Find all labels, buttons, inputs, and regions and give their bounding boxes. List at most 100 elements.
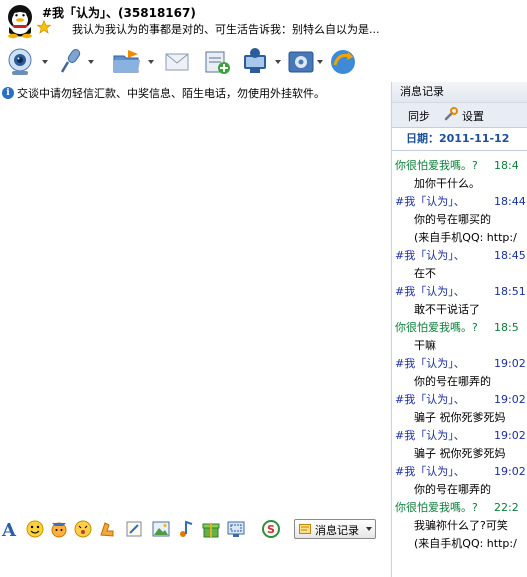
message-sender: #我「认为」、 (395, 285, 465, 298)
message-text: (来自手机QQ: http:/ (414, 537, 517, 550)
contact-avatar[interactable] (3, 3, 37, 39)
message-text: 骗子 祝你死爹死妈 (414, 411, 506, 424)
create-group-icon (205, 51, 230, 74)
message-history-button[interactable]: 消息记录 (294, 519, 376, 539)
send-mail-button[interactable] (163, 47, 193, 77)
screenshot-icon (227, 521, 245, 537)
send-file-button[interactable] (112, 47, 158, 77)
message-time: 19:02: (494, 465, 527, 478)
contact-name[interactable]: #我「认为」、(35818167) (42, 4, 196, 21)
message-sender: #我「认为」、 (395, 357, 465, 370)
message-history-label: 消息记录 (315, 524, 359, 537)
svg-text:S: S (267, 523, 275, 536)
contact-signature: 我认为我认为的事都是对的、可生活告诉我：别特么自以为是... (72, 23, 380, 36)
message-text: 加你干什么。 (414, 177, 480, 190)
share-icon (331, 50, 355, 74)
message-sender: 你很怕爱我嗎。? (395, 321, 478, 334)
message-text: 敢不干说话了 (414, 303, 480, 316)
remote-assist-button[interactable] (241, 47, 283, 77)
history-message-header: #我「认为」、 19:02: (392, 391, 527, 409)
voice-message-button[interactable] (97, 519, 117, 539)
message-text: (来自手机QQ: http:/ (414, 231, 517, 244)
message-text: 干嘛 (414, 339, 436, 352)
screenshot-button[interactable] (226, 519, 256, 539)
send-mail-icon (165, 53, 189, 71)
doodle-button[interactable] (124, 519, 144, 539)
history-message: 你很怕爱我嗎。? 18:5 干嘛 (392, 319, 527, 355)
message-text: 你的号在哪弄的 (414, 375, 491, 388)
message-time: 18:5 (494, 321, 519, 334)
image-button[interactable] (151, 519, 171, 539)
image-icon (152, 521, 170, 537)
nudge-button[interactable] (73, 519, 93, 539)
wrench-icon[interactable] (444, 107, 458, 121)
history-message-header: #我「认为」、 18:45: (392, 247, 527, 265)
warning-text: 交谈中请勿轻信汇款、中奖信息、陌生电话，勿使用外挂软件。 (17, 87, 325, 100)
message-sender: #我「认为」、 (395, 249, 465, 262)
gift-icon (202, 523, 220, 538)
gift-button[interactable] (201, 519, 221, 539)
history-message: #我「认为」、 19:02: 你的号在哪弄的 (392, 463, 527, 499)
chat-toolbar (0, 44, 527, 80)
send-file-icon (113, 50, 140, 73)
message-sender: #我「认为」、 (395, 429, 465, 442)
search-icon: S (262, 520, 280, 538)
sync-button[interactable]: 同步 (408, 108, 430, 124)
history-panel-title: 消息记录 (392, 82, 527, 102)
music-button[interactable] (176, 519, 196, 539)
message-time: 19:02: (494, 429, 527, 442)
voice-call-button[interactable] (58, 47, 94, 77)
voice-message-icon (100, 522, 114, 537)
font-icon: A (1, 520, 17, 541)
history-date: 日期：2011-11-12 (392, 128, 527, 151)
history-message: #我「认为」、 19:02: 骗子 祝你死爹死妈 (392, 427, 527, 463)
search-button[interactable]: S (261, 519, 291, 539)
message-history-icon (299, 524, 311, 534)
chat-message-area[interactable] (0, 104, 388, 514)
voice-call-icon (60, 49, 81, 73)
message-input[interactable] (0, 544, 388, 577)
history-message-header: 你很怕爱我嗎。? 18:5 (392, 319, 527, 337)
emoticon-button[interactable] (25, 519, 45, 539)
apps-icon (288, 51, 314, 73)
music-icon (180, 520, 193, 537)
message-time: 22:2 (494, 501, 519, 514)
security-warning: i 交谈中请勿轻信汇款、中奖信息、陌生电话，勿使用外挂软件。 (2, 85, 325, 101)
history-message: 你很怕爱我嗎。? 22:2 我骗祢什么了?可笑 (来自手机QQ: http:/ (392, 499, 527, 553)
message-text: 你的号在哪买的 (414, 213, 491, 226)
message-text: 我骗祢什么了?可笑 (414, 519, 508, 532)
message-text: 你的号在哪弄的 (414, 483, 491, 496)
create-group-button[interactable] (203, 47, 233, 77)
history-message-header: #我「认为」、 19:02: (392, 463, 527, 481)
doodle-icon (126, 521, 142, 537)
video-call-button[interactable] (6, 47, 50, 77)
font-button[interactable]: A (0, 519, 20, 541)
history-message-header: 你很怕爱我嗎。? 22:2 (392, 499, 527, 517)
emoticon-icon (26, 520, 44, 538)
magic-emoticon-button[interactable] (49, 519, 69, 539)
settings-button[interactable]: 设置 (462, 108, 484, 124)
history-message-header: 你很怕爱我嗎。? 18:4 (392, 157, 527, 175)
message-time: 19:02: (494, 357, 527, 370)
history-message-header: #我「认为」、 19:02: (392, 427, 527, 445)
message-time: 18:45: (494, 249, 527, 262)
history-message: #我「认为」、 18:45: 在不 (392, 247, 527, 283)
message-time: 18:51: (494, 285, 527, 298)
history-message: #我「认为」、 18:44: 你的号在哪买的 (来自手机QQ: http:/ (392, 193, 527, 247)
nudge-icon (74, 520, 92, 538)
history-message-list[interactable]: 你很怕爱我嗎。? 18:4 加你干什么。 #我「认为」、 18:44: 你的号在哪买的 (来… (392, 151, 527, 553)
video-call-icon (8, 48, 32, 75)
message-text: 骗子 祝你死爹死妈 (414, 447, 506, 460)
status-star-icon (36, 19, 52, 34)
history-message: 你很怕爱我嗎。? 18:4 加你干什么。 (392, 157, 527, 193)
history-panel-toolbar: 同步 设置 (392, 102, 527, 128)
message-time: 18:4 (494, 159, 519, 172)
apps-button[interactable] (287, 47, 325, 77)
chevron-down-icon (366, 527, 372, 531)
svg-text:A: A (1, 520, 17, 539)
message-time: 19:02: (494, 393, 527, 406)
message-sender: #我「认为」、 (395, 465, 465, 478)
magic-emoticon-icon (51, 522, 67, 538)
share-button[interactable] (328, 47, 358, 77)
history-message-header: #我「认为」、 18:51: (392, 283, 527, 301)
